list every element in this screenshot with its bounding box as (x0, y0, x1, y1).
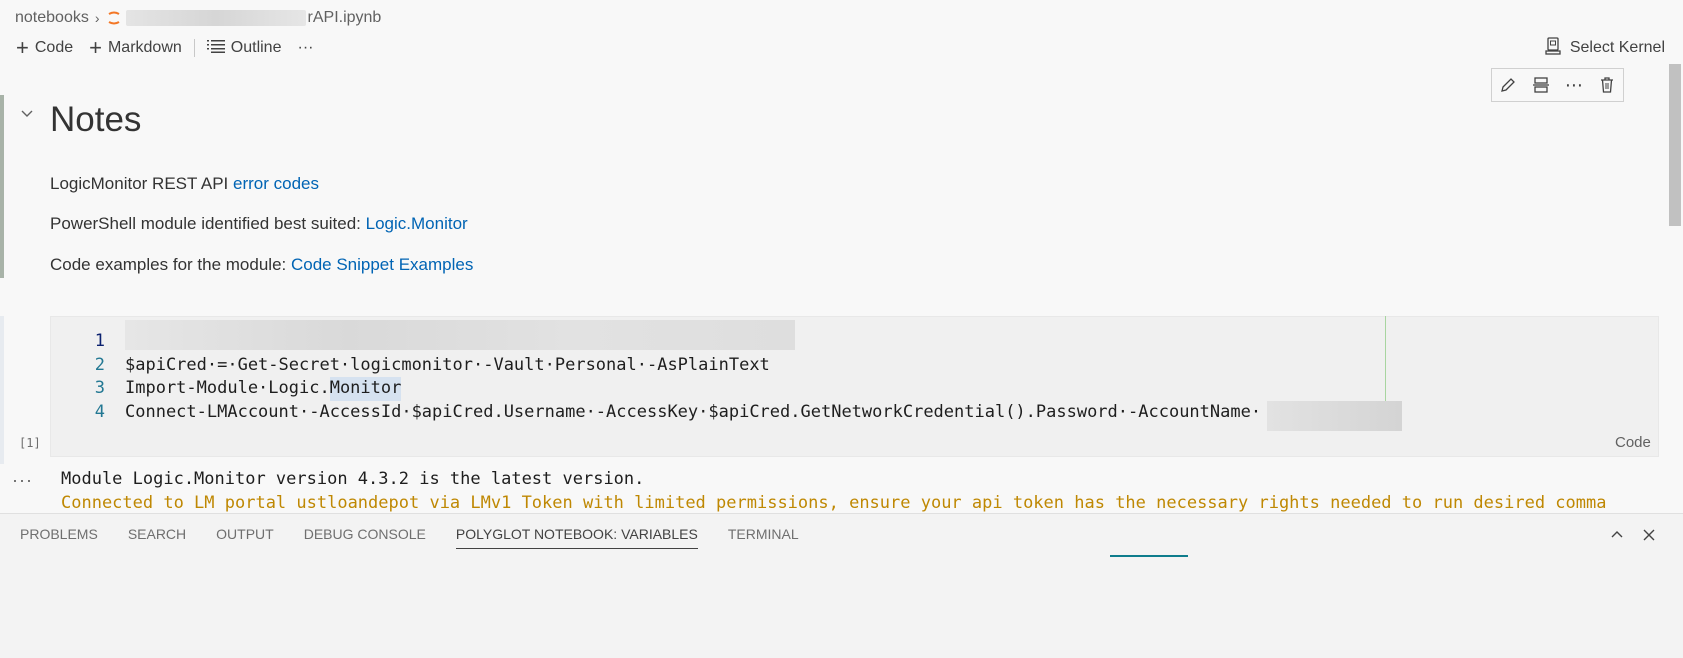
output-warning-line: Connected to LM portal ustloandepot via … (61, 493, 1607, 513)
server-environment-icon (1544, 36, 1562, 60)
panel-tabs: PROBLEMS SEARCH OUTPUT DEBUG CONSOLE POL… (20, 526, 799, 549)
markdown-paragraph: LogicMonitor REST API error codes (50, 174, 319, 194)
code-line: 3 Import-Module·Logic. Monitor (50, 377, 1402, 401)
more-actions-button[interactable]: ··· (289, 35, 321, 61)
markdown-paragraph: PowerShell module identified best suited… (50, 214, 468, 234)
code-text: $apiCred·=·Get-Secret·logicmonitor·-Vaul… (125, 354, 770, 375)
outline-label: Outline (230, 39, 282, 56)
line-number: 4 (94, 401, 105, 422)
highlighted-word: Monitor (329, 377, 402, 401)
code-cell-status-bar (0, 316, 4, 464)
list-icon (206, 39, 225, 58)
code-text: Connect-LMAccount·-AccessId·$apiCred.Use… (125, 401, 1262, 422)
markdown-heading: Notes (50, 100, 142, 139)
code-line: 2 $apiCred·=·Get-Secret·logicmonitor·-Va… (50, 354, 1402, 378)
code-snippet-examples-link[interactable]: Code Snippet Examples (291, 255, 473, 274)
markdown-paragraph: Code examples for the module: Code Snipp… (50, 255, 473, 275)
code-text: Import-Module·Logic. (125, 378, 330, 398)
paragraph-text: LogicMonitor REST API (50, 174, 233, 193)
add-markdown-label: Markdown (107, 39, 182, 56)
redacted-filename (125, 10, 306, 26)
add-markdown-cell-button[interactable]: + Markdown (81, 35, 190, 61)
edit-pencil-icon[interactable] (1495, 72, 1521, 98)
progress-indicator (1110, 555, 1188, 557)
redacted-account-name (1267, 400, 1403, 431)
maximize-panel-chevron-up-icon[interactable] (1606, 524, 1628, 546)
toolbar-divider (193, 39, 195, 57)
ellipsis-icon: ··· (297, 39, 314, 56)
breadcrumb: notebooks › rAPI.ipynb (15, 7, 381, 29)
select-kernel-button[interactable]: Select Kernel (1544, 35, 1665, 61)
execution-count: [1] (19, 436, 41, 450)
line-number: 3 (94, 378, 105, 398)
logic-monitor-link[interactable]: Logic.Monitor (366, 214, 468, 233)
output-line: Module Logic.Monitor version 4.3.2 is th… (61, 469, 645, 489)
code-lines[interactable]: 1 2 $apiCred·=·Get-Secret·logicmonitor·-… (50, 320, 1403, 431)
jupyter-notebook-icon (106, 10, 122, 26)
more-cell-actions-icon[interactable]: ⋯ (1561, 72, 1587, 98)
add-code-cell-button[interactable]: + Code (8, 35, 81, 61)
breadcrumb-root[interactable]: notebooks (15, 9, 89, 27)
tab-terminal[interactable]: TERMINAL (728, 526, 799, 549)
chevron-right-icon: › (94, 10, 100, 26)
editor-scrollbar[interactable] (1669, 64, 1681, 226)
tab-debug-console[interactable]: DEBUG CONSOLE (304, 526, 426, 549)
add-code-label: Code (34, 39, 74, 56)
markdown-cell-focus-bar (0, 95, 4, 278)
error-codes-link[interactable]: error codes (233, 174, 319, 193)
breadcrumb-file[interactable]: rAPI.ipynb (308, 9, 382, 27)
chevron-down-icon[interactable] (18, 105, 36, 123)
outline-button[interactable]: Outline (199, 35, 290, 61)
select-kernel-label: Select Kernel (1569, 39, 1665, 56)
close-panel-icon[interactable] (1638, 524, 1660, 546)
redacted-code (125, 320, 795, 350)
tab-search[interactable]: SEARCH (128, 526, 186, 549)
code-line: 1 (50, 320, 1402, 354)
plus-icon: + (16, 35, 29, 60)
code-line: 4 Connect-LMAccount·-AccessId·$apiCred.U… (50, 400, 1403, 431)
delete-trash-icon[interactable] (1594, 72, 1620, 98)
notebook-toolbar: + Code + Markdown Outline ··· (8, 35, 321, 61)
paragraph-text: PowerShell module identified best suited… (50, 214, 366, 233)
line-number: 2 (94, 354, 105, 375)
split-cell-icon[interactable] (1528, 72, 1554, 98)
plus-icon: + (89, 35, 102, 60)
tab-output[interactable]: OUTPUT (216, 526, 274, 549)
paragraph-text: Code examples for the module: (50, 255, 291, 274)
tab-problems[interactable]: PROBLEMS (20, 526, 98, 549)
cell-language-picker[interactable]: Code (1615, 434, 1651, 451)
tab-polyglot-notebook-variables[interactable]: POLYGLOT NOTEBOOK: VARIABLES (455, 526, 698, 549)
cell-action-toolbar: ⋯ (1491, 68, 1624, 102)
output-more-icon[interactable]: ··· (12, 470, 33, 491)
line-number: 1 (94, 331, 105, 351)
